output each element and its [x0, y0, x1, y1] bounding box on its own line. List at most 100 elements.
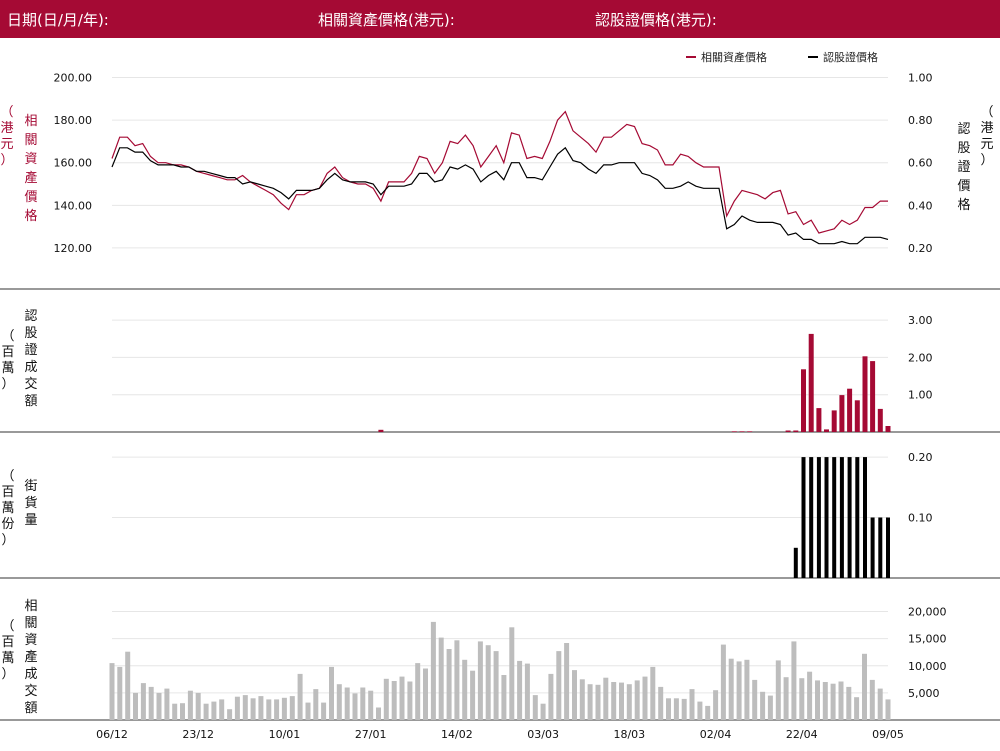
warrant-turnover-bar: [824, 429, 829, 432]
asset-turnover-bar: [454, 640, 460, 720]
asset-turnover-bar: [775, 660, 781, 720]
asset-turnover-bar: [744, 659, 750, 720]
asset-turnover-bar: [485, 645, 491, 720]
x-axis-tick: 27/01: [355, 728, 387, 741]
asset-turnover-bar: [187, 690, 193, 720]
warrant-turnover-bar: [816, 408, 822, 432]
asset-turnover-bar: [438, 637, 444, 720]
asset-turnover-bar: [242, 695, 248, 720]
asset-turnover-axis-tick: 5,000: [908, 687, 940, 700]
asset-turnover-bar: [462, 659, 468, 720]
asset-turnover-bar: [854, 697, 860, 720]
asset-turnover-bar: [877, 688, 883, 720]
asset-turnover-bar: [313, 689, 319, 720]
asset-turnover-bar: [383, 678, 389, 720]
asset-turnover-bar: [760, 691, 766, 720]
asset-turnover-bar: [783, 677, 789, 720]
asset-turnover-bar: [673, 698, 679, 720]
outstanding-bar: [886, 517, 890, 578]
warrant-turnover-axis-tick: 2.00: [908, 351, 933, 364]
right-axis-tick: 0.60: [908, 157, 933, 170]
asset-turnover-bar: [697, 701, 703, 720]
asset-turnover-bar: [830, 683, 836, 720]
asset-turnover-bar: [822, 682, 828, 720]
left-axis-tick: 180.00: [54, 114, 93, 127]
asset-turnover-bar: [509, 627, 515, 720]
asset-turnover-bar: [360, 687, 366, 720]
asset-turnover-axis-title: 相關資產成交額: [24, 599, 37, 716]
asset-turnover-bar: [227, 709, 233, 720]
asset-turnover-bar: [799, 678, 805, 720]
asset-turnover-bar: [352, 693, 358, 720]
asset-turnover-bar: [524, 663, 530, 720]
outstanding-bar: [878, 517, 883, 578]
asset-turnover-bar: [846, 686, 852, 720]
asset-turnover-axis-unit: （百萬）: [1, 619, 14, 682]
asset-turnover-bar: [728, 658, 734, 720]
asset-turnover-bar: [705, 705, 711, 720]
right-axis-unit: （港元）: [980, 105, 993, 168]
right-axis-title: 認股證價格: [957, 121, 970, 213]
asset-turnover-bar: [430, 621, 436, 720]
asset-turnover-bar: [869, 679, 875, 720]
asset-turnover-bar: [281, 697, 287, 720]
asset-turnover-bar: [203, 703, 209, 720]
right-axis-tick: 0.80: [908, 114, 933, 127]
asset-turnover-bar: [642, 676, 648, 720]
warrant-turnover-bar: [831, 410, 837, 432]
left-axis-tick: 120.00: [54, 242, 93, 255]
outstanding-bar: [816, 457, 821, 578]
asset-turnover-bar: [305, 702, 311, 720]
outstanding-bar: [839, 457, 844, 578]
warrant-turnover-axis-tick: 3.00: [908, 314, 933, 327]
asset-price-line: [111, 110, 888, 234]
asset-turnover-bar: [815, 680, 820, 720]
asset-turnover-bar: [329, 666, 334, 720]
asset-turnover-axis-tick: 15,000: [908, 633, 947, 646]
outstanding-bar: [870, 517, 875, 578]
left-axis-unit: （港元）: [0, 105, 13, 168]
asset-turnover-bar: [125, 651, 131, 720]
asset-turnover-bar: [838, 681, 844, 720]
asset-turnover-bar: [172, 703, 178, 720]
asset-turnover-bar: [493, 651, 499, 720]
x-axis-tick: 09/05: [872, 728, 904, 741]
asset-turnover-bar: [477, 641, 483, 720]
asset-turnover-bar: [862, 653, 867, 720]
warrant-turnover-bar: [793, 430, 799, 432]
asset-turnover-bar: [164, 688, 170, 720]
warrant-turnover-axis-title: 認股證成交額: [24, 308, 37, 409]
asset-turnover-bar: [517, 660, 523, 720]
legend-warrant-label: 認股證價格: [823, 50, 878, 64]
right-axis-tick: 0.20: [908, 242, 933, 255]
warrant-turnover-bar: [739, 431, 745, 432]
asset-turnover-bar: [572, 670, 577, 720]
asset-turnover-bar: [211, 701, 217, 720]
asset-turnover-bar: [603, 677, 609, 720]
asset-turnover-bar: [556, 651, 562, 720]
warrant-turnover-bar: [785, 430, 791, 432]
asset-turnover-bar: [681, 698, 687, 720]
x-axis-tick: 18/03: [613, 728, 645, 741]
left-axis-title: 相關資產價格: [24, 114, 37, 224]
asset-turnover-bar: [234, 696, 240, 720]
asset-turnover-bar: [109, 663, 115, 720]
warrant-turnover-bar: [839, 395, 845, 432]
asset-turnover-axis-tick: 10,000: [908, 660, 947, 673]
asset-turnover-bar: [133, 692, 138, 720]
warrant-turnover-bar: [854, 400, 860, 432]
legend-asset-label: 相關資產價格: [701, 50, 767, 64]
asset-turnover-bar: [650, 666, 656, 720]
asset-turnover-bar: [885, 699, 891, 720]
warrant-turnover-axis-unit: （百萬）: [1, 329, 14, 392]
outstanding-bar: [855, 457, 860, 578]
warrant-turnover-bar: [801, 369, 806, 432]
asset-turnover-bar: [501, 675, 507, 720]
asset-turnover-bar: [344, 687, 350, 720]
asset-turnover-bar: [564, 643, 570, 720]
asset-turnover-bar: [297, 673, 303, 720]
warrant-turnover-bar: [877, 408, 883, 432]
asset-turnover-axis-tick: 20,000: [908, 606, 947, 619]
asset-turnover-bar: [266, 699, 272, 720]
asset-turnover-bar: [274, 699, 280, 720]
